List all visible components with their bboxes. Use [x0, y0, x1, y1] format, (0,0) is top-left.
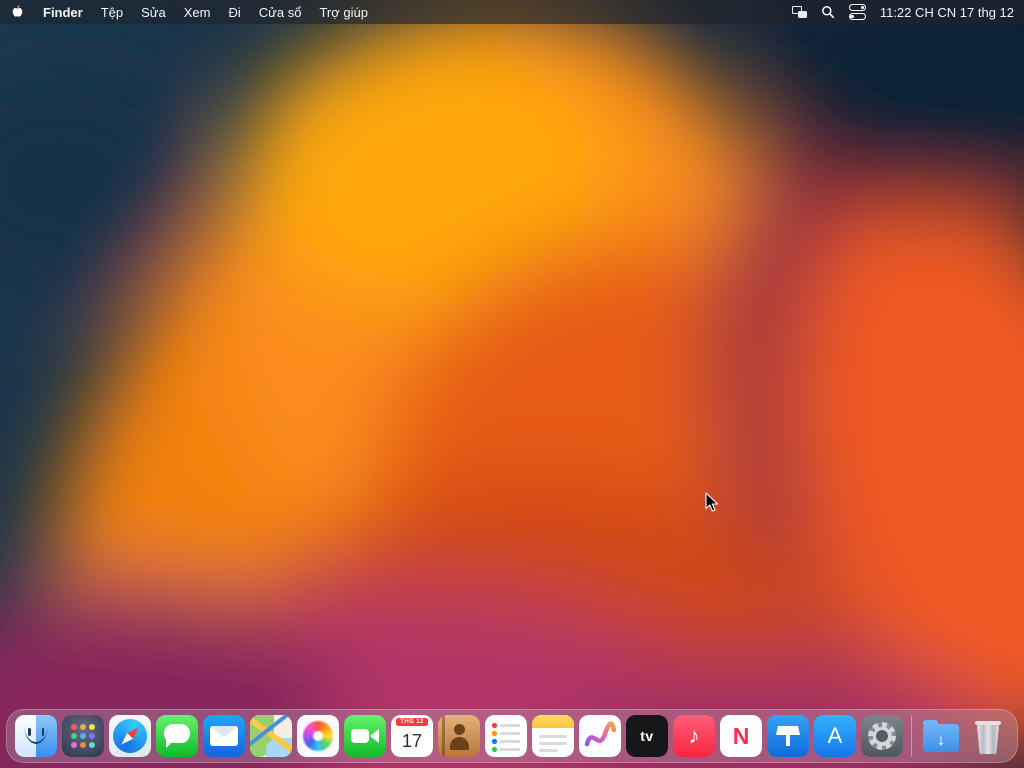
- calendar-icon-art: 17: [401, 731, 423, 751]
- dock: THG 12 17 tv ♪ N A ↓: [6, 709, 1018, 763]
- dock-item-music[interactable]: ♪: [673, 715, 715, 757]
- menu-item-tep[interactable]: Tệp: [101, 5, 123, 20]
- dock-item-trash[interactable]: [967, 715, 1009, 757]
- control-center-icon[interactable]: [848, 4, 866, 20]
- dock-item-calendar[interactable]: THG 12 17: [391, 715, 433, 757]
- photos-icon-art: [303, 721, 333, 751]
- menubar-clock[interactable]: 11:22 CH CN 17 thg 12: [880, 5, 1014, 20]
- launchpad-icon-art: [71, 724, 77, 730]
- music-icon-art: ♪: [688, 723, 700, 748]
- dock-item-launchpad[interactable]: [62, 715, 104, 757]
- launchpad-icon-art: [80, 742, 86, 748]
- tv-icon-art: tv: [640, 728, 654, 744]
- trash-icon-art: [975, 721, 1001, 725]
- keynote-icon-art: [786, 735, 790, 746]
- dock-item-contacts[interactable]: [438, 715, 480, 757]
- wallpaper: [0, 0, 1024, 768]
- mail-icon-art: [210, 726, 238, 746]
- keynote-icon-art: [776, 726, 800, 735]
- reminders-icon-art: [492, 739, 520, 744]
- downloads-folder-icon-art: ↓: [936, 730, 946, 749]
- desktop: Finder Tệp Sửa Xem Đi Cửa sổ Trợ giúp 11…: [0, 0, 1024, 768]
- dock-item-settings[interactable]: [861, 715, 903, 757]
- launchpad-icon-art: [89, 724, 95, 730]
- launchpad-icon-art: [89, 733, 95, 739]
- dock-item-reminders[interactable]: [485, 715, 527, 757]
- dock-item-mail[interactable]: [203, 715, 245, 757]
- app-store-icon-art: A: [827, 723, 843, 748]
- dock-item-appstore[interactable]: A: [814, 715, 856, 757]
- launchpad-icon-art: [71, 742, 77, 748]
- launchpad-icon-art: [80, 724, 86, 730]
- dock-item-downloads[interactable]: ↓: [920, 715, 962, 757]
- menu-item-xem[interactable]: Xem: [184, 5, 211, 20]
- freeform-icon-art: [584, 721, 617, 747]
- system-settings-icon-art: [876, 730, 888, 742]
- menu-app-name[interactable]: Finder: [43, 5, 83, 20]
- menubar: Finder Tệp Sửa Xem Đi Cửa sổ Trợ giúp 11…: [0, 0, 1024, 24]
- dock-item-notes[interactable]: [532, 715, 574, 757]
- news-icon-art: N: [732, 722, 750, 749]
- launchpad-icon-art: [71, 733, 77, 739]
- menubar-left: Finder Tệp Sửa Xem Đi Cửa sổ Trợ giúp: [10, 0, 368, 24]
- dock-separator: [911, 715, 912, 757]
- dock-item-maps[interactable]: [250, 715, 292, 757]
- trash-icon-art: [977, 725, 999, 754]
- calendar-icon-art: THG 12: [396, 718, 428, 726]
- notes-icon-art: [539, 735, 567, 738]
- dock-item-safari[interactable]: [109, 715, 151, 757]
- notes-icon-art: [532, 715, 574, 728]
- menu-item-di[interactable]: Đi: [228, 5, 240, 20]
- finder-icon-art: [28, 728, 31, 736]
- menu-item-sua[interactable]: Sửa: [141, 5, 166, 20]
- menu-item-tro-giup[interactable]: Trợ giúp: [319, 5, 368, 20]
- facetime-icon-art: [351, 729, 369, 743]
- dock-item-keynote[interactable]: [767, 715, 809, 757]
- spotlight-search-icon[interactable]: [821, 5, 835, 19]
- dock-item-photos[interactable]: [297, 715, 339, 757]
- dock-item-tv[interactable]: tv: [626, 715, 668, 757]
- messages-icon-art: [164, 724, 190, 748]
- freeform-icon-art: [584, 721, 617, 747]
- dock-item-freeform[interactable]: [579, 715, 621, 757]
- facetime-icon-art: [370, 729, 379, 743]
- reminders-icon-art: [492, 723, 520, 728]
- dock-item-news[interactable]: N: [720, 715, 762, 757]
- notes-icon-art: [539, 742, 567, 745]
- launchpad-icon-art: [71, 724, 95, 748]
- contacts-icon-art: [453, 724, 465, 735]
- mail-icon-art: [210, 726, 238, 737]
- notes-icon-art: [539, 749, 558, 752]
- window-stack-icon[interactable]: [791, 6, 807, 18]
- menu-item-cua-so[interactable]: Cửa sổ: [259, 5, 302, 20]
- dock-item-messages[interactable]: [156, 715, 198, 757]
- finder-icon-art: [41, 728, 44, 736]
- apple-menu-icon[interactable]: [10, 4, 25, 20]
- reminders-icon-art: [492, 731, 520, 736]
- dock-item-finder[interactable]: [15, 715, 57, 757]
- launchpad-icon-art: [89, 742, 95, 748]
- dock-item-facetime[interactable]: [344, 715, 386, 757]
- menubar-right: 11:22 CH CN 17 thg 12: [791, 0, 1014, 24]
- reminders-icon-art: [492, 747, 520, 752]
- contacts-icon-art: [449, 737, 469, 750]
- launchpad-icon-art: [80, 733, 86, 739]
